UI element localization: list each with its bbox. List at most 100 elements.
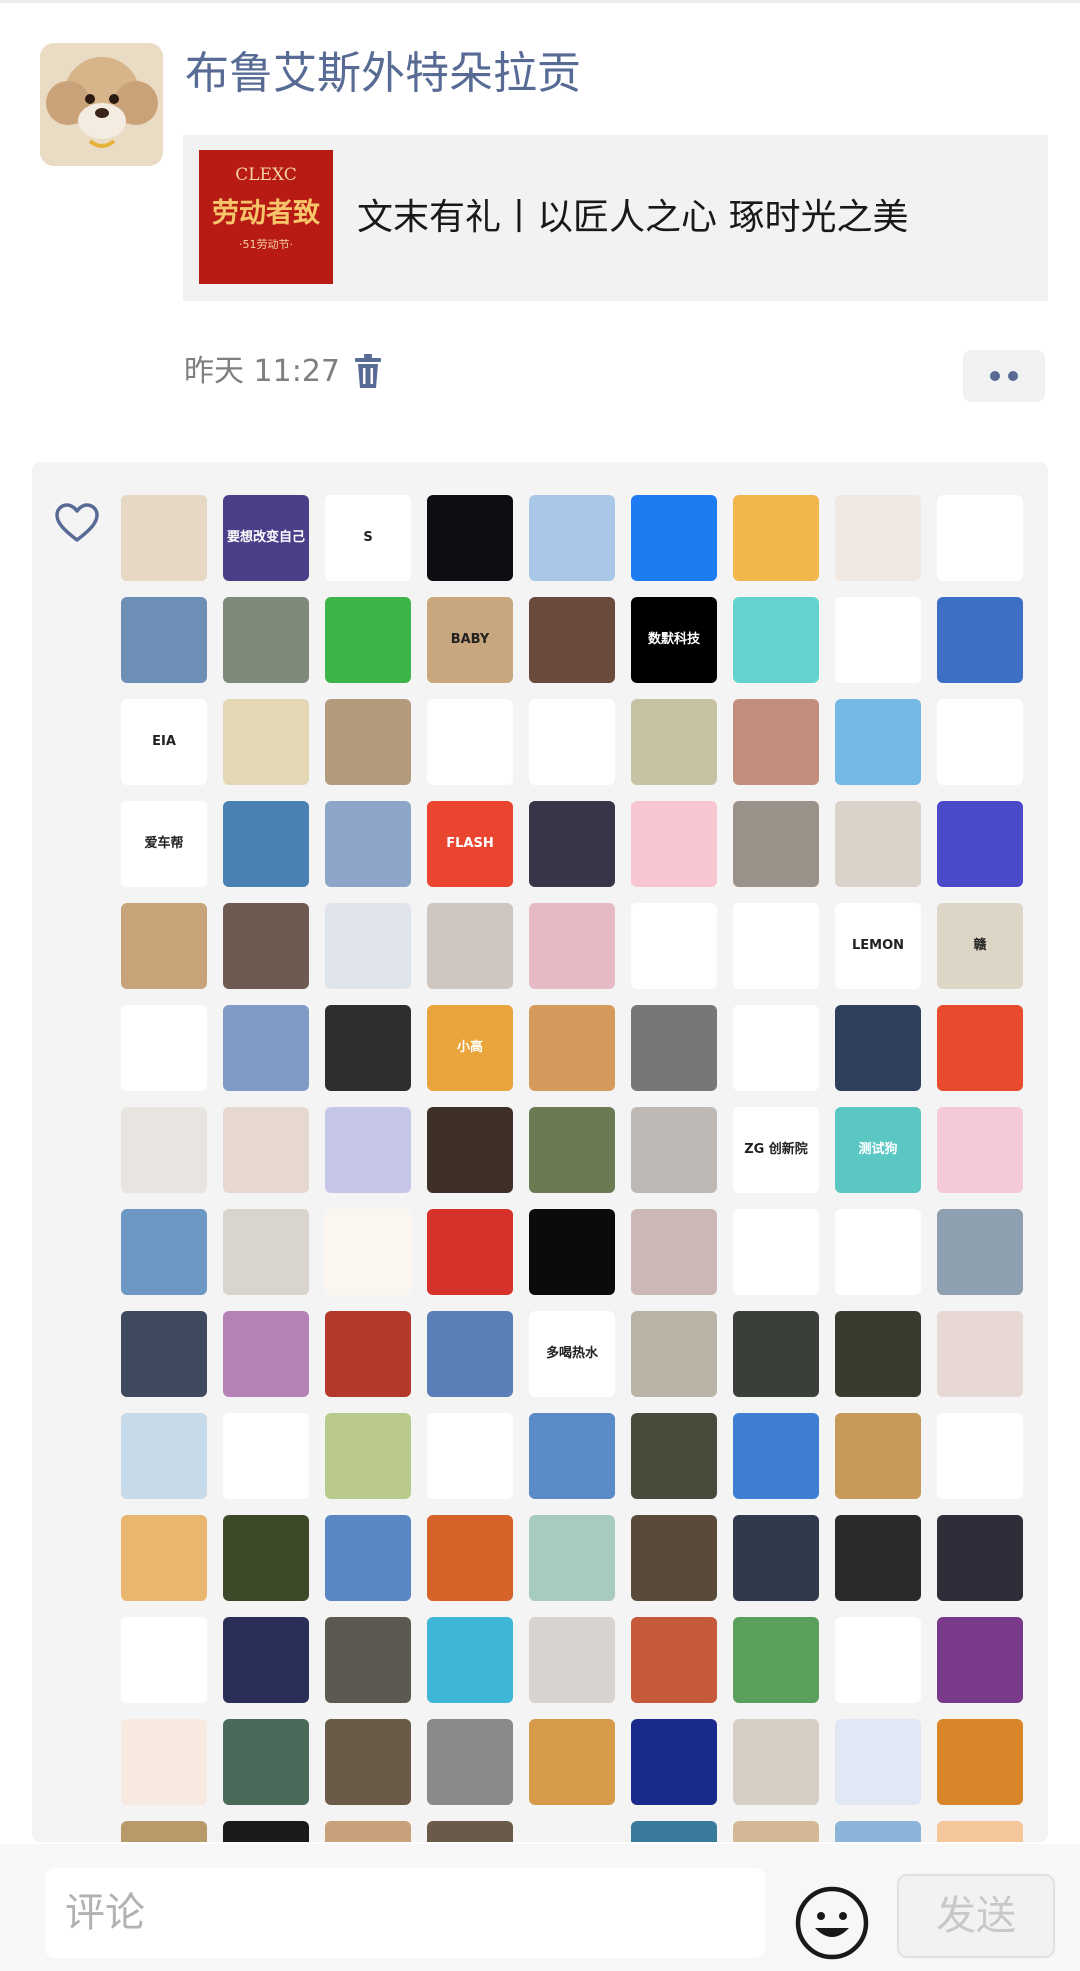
liker-avatar-ghost-bread[interactable] <box>733 1005 819 1091</box>
liker-avatar-green-mascot[interactable] <box>937 495 1023 581</box>
liker-avatar-lion[interactable] <box>427 699 513 785</box>
liker-avatar-sleeping[interactable] <box>733 1719 819 1805</box>
liker-avatar-partial-5[interactable] <box>529 1821 615 1842</box>
liker-avatar-partial-9[interactable] <box>937 1821 1023 1842</box>
liker-avatar-green-crown[interactable] <box>325 597 411 683</box>
liker-avatar-balloons-app[interactable] <box>631 495 717 581</box>
liker-avatar-sunset-road[interactable] <box>937 1719 1023 1805</box>
comment-input[interactable] <box>45 1868 765 1958</box>
liker-avatar-horse[interactable] <box>835 1005 921 1091</box>
liker-avatar-surprised-cat[interactable] <box>631 1311 717 1397</box>
liker-avatar-partial-4[interactable] <box>427 1821 513 1842</box>
liker-avatar-duck[interactable] <box>529 495 615 581</box>
liker-avatar-partial-6[interactable] <box>631 1821 717 1842</box>
liker-avatar-tree-people[interactable] <box>631 903 717 989</box>
liker-avatar-drink-water[interactable]: 多喝热水 <box>529 1311 615 1397</box>
liker-avatar-castle[interactable] <box>223 597 309 683</box>
send-button[interactable]: 发送 <box>897 1874 1055 1958</box>
liker-avatar-red-skirt[interactable] <box>223 1209 309 1295</box>
liker-avatar-field-sky[interactable] <box>733 1413 819 1499</box>
liker-avatar-flash[interactable]: FLASH <box>427 801 513 887</box>
liker-avatar-sketch-lavender[interactable] <box>325 1107 411 1193</box>
liker-avatar-tech-black[interactable]: 数默科技 <box>631 597 717 683</box>
liker-avatar-piano[interactable] <box>325 1719 411 1805</box>
liker-avatar-girl-yellow[interactable] <box>733 495 819 581</box>
liker-avatar-sketch-face[interactable] <box>121 1617 207 1703</box>
liker-avatar-bridge[interactable] <box>223 1005 309 1091</box>
liker-avatar-sunset-walker[interactable] <box>325 699 411 785</box>
liker-avatar-baby-shine[interactable] <box>937 1311 1023 1397</box>
author-name[interactable]: 布鲁艾斯外特朵拉贡 <box>185 46 581 102</box>
liker-avatar-pink-tree[interactable] <box>529 903 615 989</box>
liker-avatar-anime-man[interactable] <box>325 903 411 989</box>
liker-avatar-angry-owl[interactable] <box>427 1515 513 1601</box>
liker-avatar-plush-white[interactable] <box>427 903 513 989</box>
liker-avatar-calligraphy[interactable]: 赣 <box>937 903 1023 989</box>
liker-avatar-black-s-logo[interactable]: S <box>325 495 411 581</box>
liker-avatar-hallway[interactable] <box>631 699 717 785</box>
liker-avatar-yellow-girl[interactable] <box>325 1209 411 1295</box>
liker-avatar-street-silhouette[interactable] <box>733 1311 819 1397</box>
liker-avatar-lamp-teal[interactable] <box>733 597 819 683</box>
liker-avatar-pepe[interactable] <box>733 1617 819 1703</box>
liker-avatar-orange-circle[interactable]: 小高 <box>427 1005 513 1091</box>
liker-avatar-white-dog[interactable] <box>427 1719 513 1805</box>
liker-avatar-panda[interactable] <box>529 1107 615 1193</box>
liker-avatar-man-suit[interactable] <box>121 1107 207 1193</box>
liker-avatar-quote-purple[interactable]: 要想改变自己 <box>223 495 309 581</box>
author-avatar[interactable] <box>40 43 163 166</box>
liker-avatar-cat-doodle[interactable] <box>529 699 615 785</box>
liker-avatar-baby[interactable]: BABY <box>427 597 513 683</box>
emoji-button[interactable] <box>793 1884 871 1962</box>
liker-avatar-cat-sketch[interactable] <box>835 1209 921 1295</box>
liker-avatar-magazine-man[interactable] <box>121 1311 207 1397</box>
liker-avatar-valley[interactable] <box>529 1719 615 1805</box>
shared-link-card[interactable]: CLEXC 劳动者致 ·51劳动节· 文末有礼丨以匠人之心 琢时光之美 <box>183 135 1048 301</box>
liker-avatar-anime-girl[interactable] <box>631 1209 717 1295</box>
liker-avatar-eia-logo[interactable]: EIA <box>121 699 207 785</box>
liker-avatar-window-girl[interactable] <box>325 1005 411 1091</box>
liker-avatar-woman-bw[interactable] <box>631 1005 717 1091</box>
liker-avatar-alien-box[interactable] <box>835 1413 921 1499</box>
liker-avatar-dark-hair[interactable] <box>529 1617 615 1703</box>
liker-avatar-zg-logo[interactable]: ZG 创新院 <box>733 1107 819 1193</box>
liker-avatar-man-glasses[interactable] <box>835 495 921 581</box>
liker-avatar-long-hair[interactable] <box>835 1515 921 1601</box>
more-actions-button[interactable] <box>963 350 1045 402</box>
liker-avatar-astronaut-red[interactable] <box>325 1311 411 1397</box>
liker-avatar-mountains[interactable] <box>325 1515 411 1601</box>
liker-avatar-flowers-vase[interactable] <box>223 903 309 989</box>
liker-avatar-moon-pig[interactable] <box>223 1617 309 1703</box>
liker-avatar-sunflower[interactable] <box>835 699 921 785</box>
liker-avatar-test-dog[interactable]: 测试狗 <box>835 1107 921 1193</box>
liker-avatar-girl-sea[interactable] <box>121 1209 207 1295</box>
liker-avatar-partial-2[interactable] <box>223 1821 309 1842</box>
liker-avatar-blue-moon[interactable] <box>631 1719 717 1805</box>
liker-avatar-sea-blue[interactable] <box>223 801 309 887</box>
liker-avatar-kid-lakers[interactable] <box>223 699 309 785</box>
liker-avatar-cartoon-runner[interactable] <box>937 1413 1023 1499</box>
liker-avatar-boy-hands[interactable] <box>529 597 615 683</box>
liker-avatar-ninja-bubble[interactable] <box>733 903 819 989</box>
liker-avatar-man-baby[interactable] <box>835 801 921 887</box>
liker-avatar-boy-red[interactable] <box>631 1617 717 1703</box>
liker-avatar-anime-boy[interactable] <box>631 1515 717 1601</box>
liker-avatar-girl-anime[interactable] <box>529 801 615 887</box>
liker-avatar-car-club[interactable]: 爱车帮 <box>121 801 207 887</box>
liker-avatar-boy-blue[interactable] <box>427 1311 513 1397</box>
liker-avatar-family[interactable] <box>529 1515 615 1601</box>
liker-avatar-hearts-boy[interactable] <box>427 1413 513 1499</box>
liker-avatar-wedding[interactable] <box>325 1413 411 1499</box>
liker-avatar-dog-face[interactable] <box>121 903 207 989</box>
trash-icon[interactable] <box>352 354 384 390</box>
liker-avatar-crayon-sky[interactable] <box>121 1515 207 1601</box>
liker-avatar-girl-bow[interactable] <box>121 1005 207 1091</box>
liker-avatar-partial-8[interactable] <box>835 1821 921 1842</box>
liker-avatar-partial-1[interactable] <box>121 1821 207 1842</box>
liker-avatar-anime-pink[interactable] <box>223 1311 309 1397</box>
liker-avatar-blue-toy[interactable] <box>529 1413 615 1499</box>
liker-avatar-poodle[interactable] <box>121 495 207 581</box>
liker-avatar-astronaut[interactable] <box>427 495 513 581</box>
liker-avatar-eiffel[interactable] <box>325 801 411 887</box>
liker-avatar-woman-sunglasses[interactable] <box>835 597 921 683</box>
